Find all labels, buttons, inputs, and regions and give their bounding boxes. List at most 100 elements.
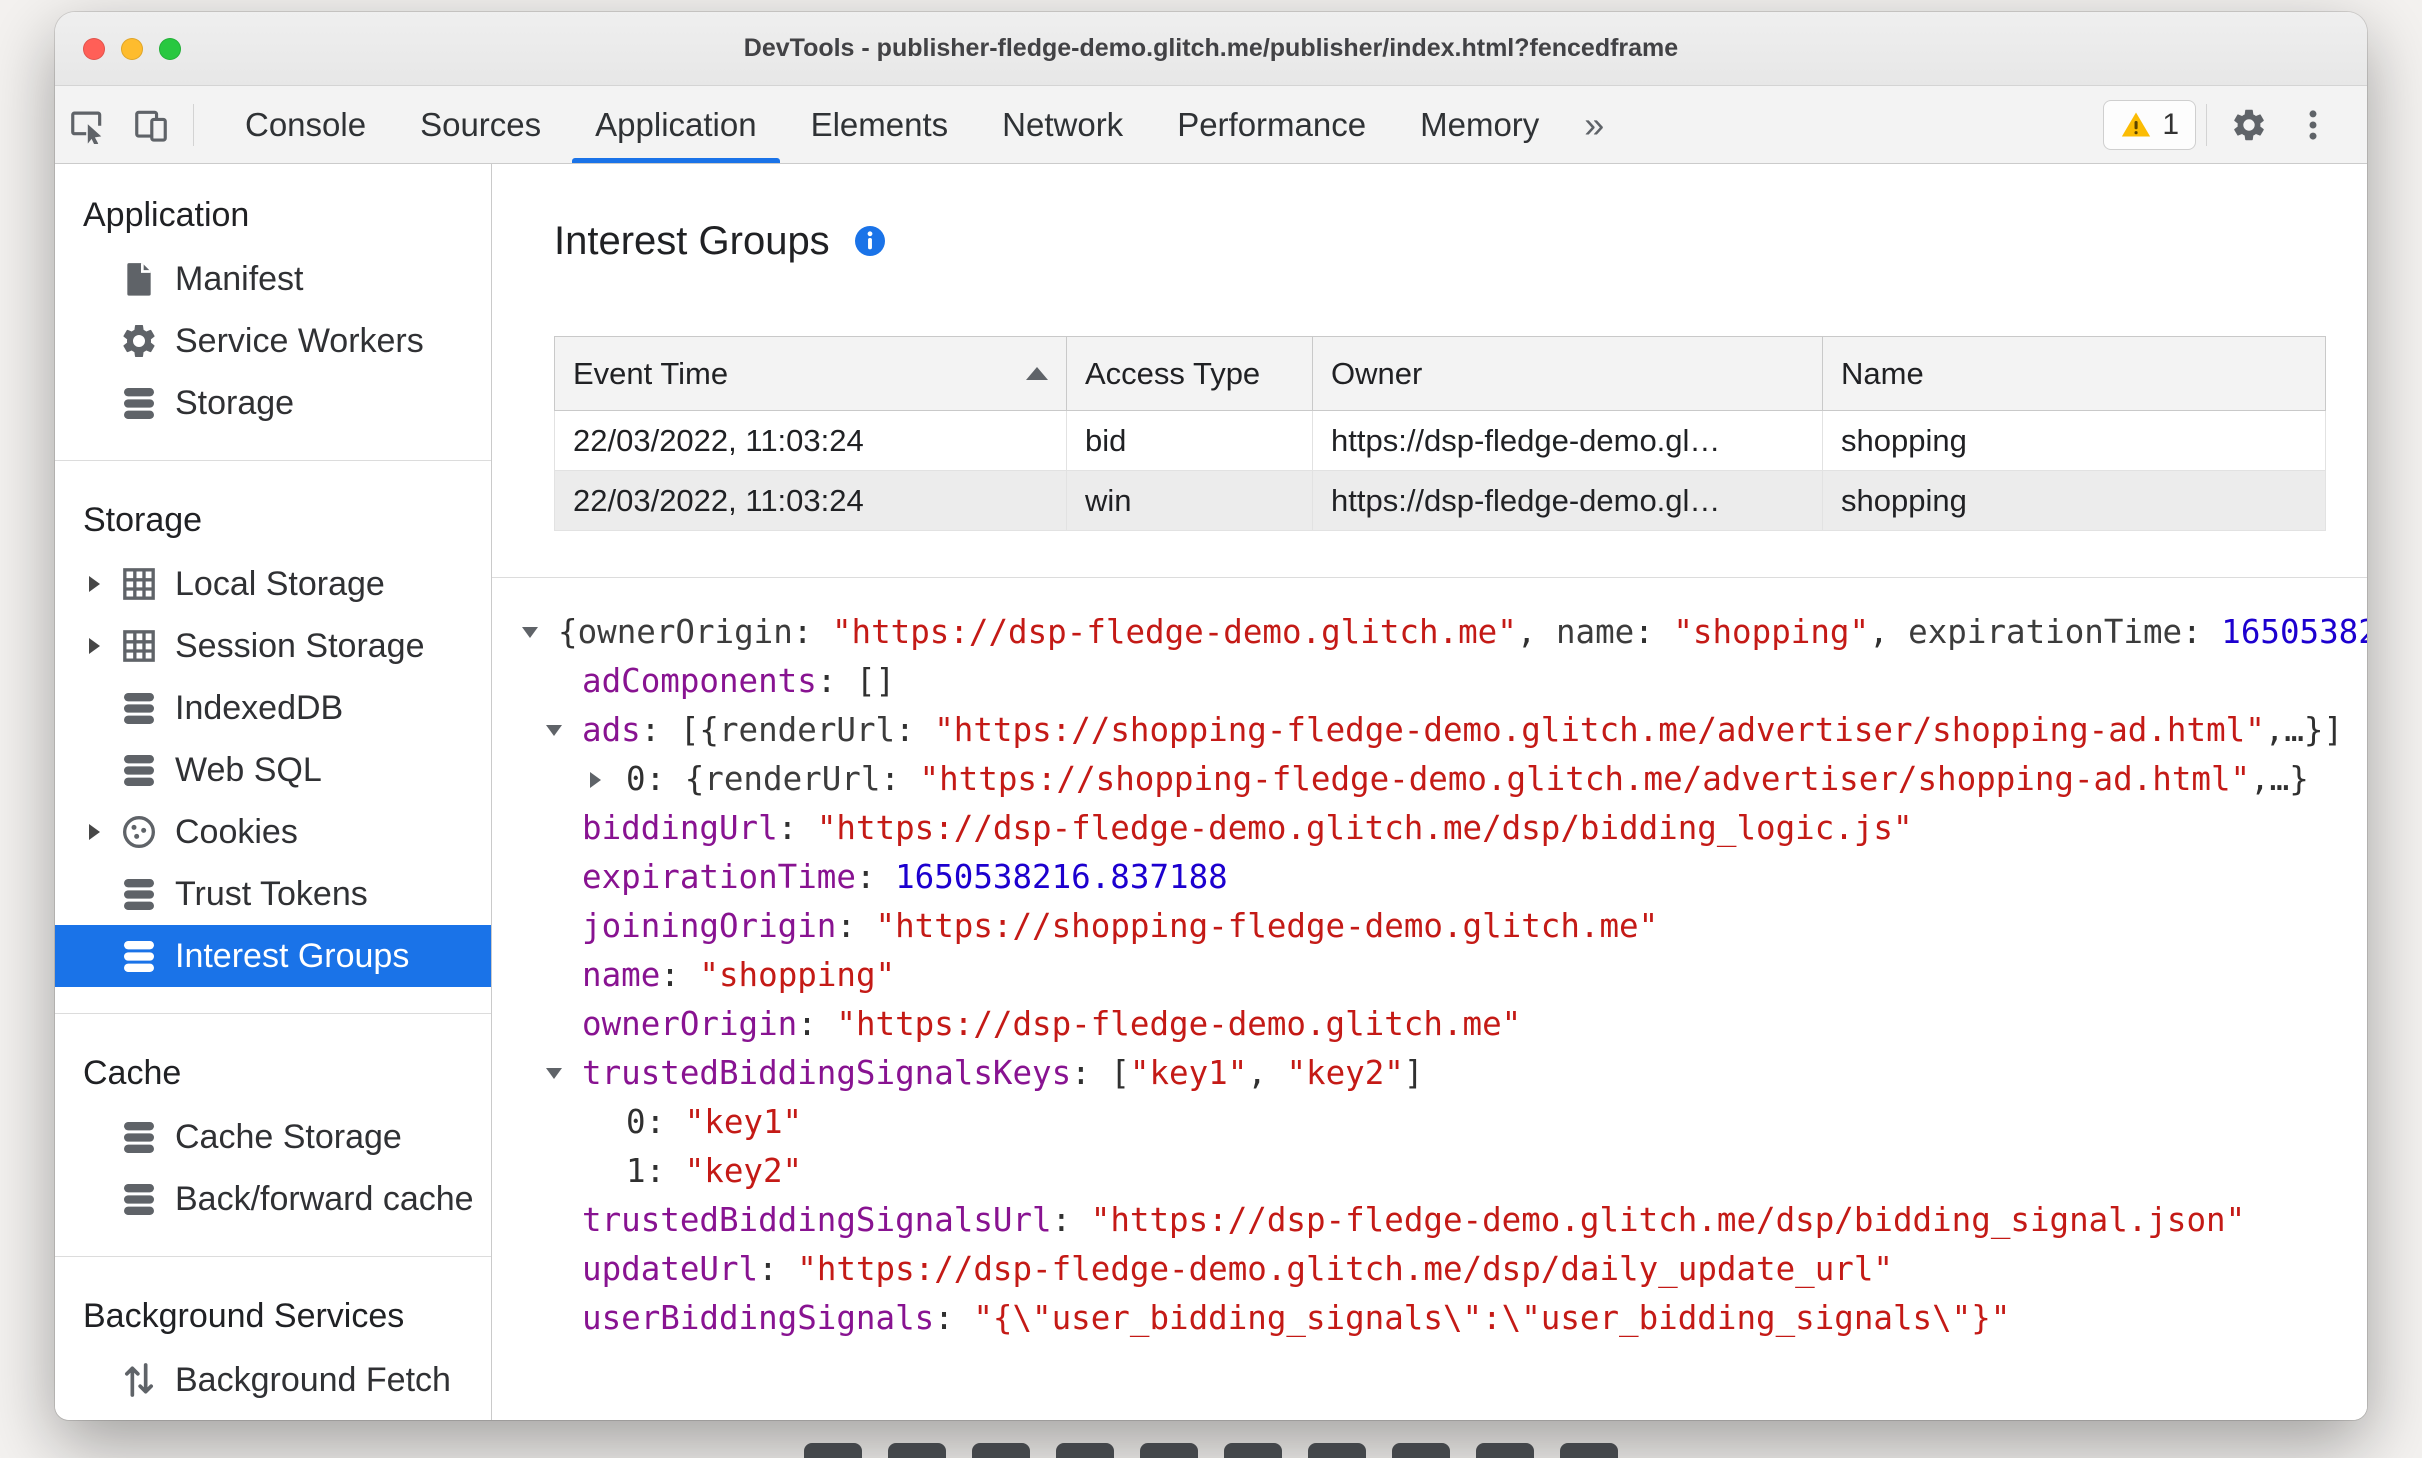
twisty[interactable] (590, 771, 626, 788)
collapse-icon[interactable] (546, 1068, 562, 1079)
tree-token-p: : (880, 760, 920, 798)
column-header-owner[interactable]: Owner (1312, 336, 1823, 411)
sidebar-item-manifest[interactable]: Manifest (55, 248, 491, 310)
sidebar-divider (55, 460, 491, 461)
tab-console[interactable]: Console (218, 86, 393, 163)
tab-memory[interactable]: Memory (1393, 86, 1566, 163)
tab-performance[interactable]: Performance (1150, 86, 1393, 163)
tree-line[interactable]: 1: "key2" (522, 1147, 2367, 1196)
cell-owner: https://dsp-fledge-demo.gl… (1312, 410, 1823, 471)
table-row[interactable]: 22/03/2022, 11:03:24 bid https://dsp-fle… (554, 410, 2326, 471)
more-tabs-button[interactable]: » (1566, 86, 1622, 163)
sidebar-item-cookies[interactable]: Cookies (55, 801, 491, 863)
sidebar-item-trust-tokens[interactable]: Trust Tokens (55, 863, 491, 925)
sidebar-item-web-sql[interactable]: Web SQL (55, 739, 491, 801)
tab-elements[interactable]: Elements (784, 86, 976, 163)
sidebar-item-local-storage[interactable]: Local Storage (55, 553, 491, 615)
inspect-element-button[interactable] (55, 86, 119, 163)
tree-line[interactable]: updateUrl: "https://dsp-fledge-demo.glit… (522, 1245, 2367, 1294)
tree-line[interactable]: trustedBiddingSignalsUrl: "https://dsp-f… (522, 1196, 2367, 1245)
tree-line[interactable]: adComponents: [] (522, 657, 2367, 706)
inspect-icon (68, 106, 106, 144)
sidebar-section-background-services: Background Services (83, 1296, 405, 1335)
warning-icon (2120, 109, 2152, 141)
tree-token-s: "key2" (684, 1152, 803, 1190)
sidebar-item-service-workers[interactable]: Service Workers (55, 310, 491, 372)
zoom-window-button[interactable] (159, 37, 181, 60)
tree-line[interactable]: {ownerOrigin: "https://dsp-fledge-demo.g… (522, 608, 2367, 657)
expand-icon[interactable] (590, 771, 601, 788)
tree-token-k: ads (582, 711, 641, 749)
twisty[interactable] (522, 627, 558, 638)
column-header-access-type[interactable]: Access Type (1066, 336, 1313, 411)
tree-token-p: : (797, 1005, 837, 1043)
sidebar-item-session-storage[interactable]: Session Storage (55, 615, 491, 677)
table-row[interactable]: 22/03/2022, 11:03:24 win https://dsp-fle… (554, 470, 2326, 531)
warning-count: 1 (2162, 107, 2179, 141)
database-icon (119, 383, 159, 423)
info-icon[interactable] (852, 223, 888, 259)
settings-button[interactable] (2217, 106, 2281, 144)
tree-token-pk: ownerOrigin (577, 613, 793, 651)
tree-token-p: : (645, 1152, 685, 1190)
tab-application[interactable]: Application (568, 86, 783, 163)
page-title: Interest Groups (554, 218, 830, 263)
warnings-badge[interactable]: 1 (2103, 99, 2196, 150)
customize-devtools-button[interactable] (2281, 106, 2345, 144)
gear-icon (119, 321, 159, 361)
toggle-device-toolbar-button[interactable] (119, 86, 183, 163)
tree-token-p: : (1071, 1054, 1111, 1092)
column-header-event-time[interactable]: Event Time (554, 336, 1067, 411)
column-header-name[interactable]: Name (1822, 336, 2326, 411)
tree-line[interactable]: joiningOrigin: "https://shopping-fledge-… (522, 902, 2367, 951)
close-window-button[interactable] (83, 37, 105, 60)
tree-token-p: : (895, 711, 935, 749)
collapse-icon[interactable] (522, 627, 538, 638)
tree-line[interactable]: biddingUrl: "https://dsp-fledge-demo.gli… (522, 804, 2367, 853)
sidebar-item-indexeddb[interactable]: IndexedDB (55, 677, 491, 739)
twisty[interactable] (546, 1068, 582, 1079)
tree-token-p: : (1634, 613, 1674, 651)
sidebar-item-back-forward-cache[interactable]: Back/forward cache (55, 1168, 491, 1230)
sidebar-section-storage: Storage (83, 500, 203, 539)
tree-token-s: "https://dsp-fledge-demo.glitch.me/dsp/d… (797, 1250, 1893, 1288)
twisty[interactable] (546, 725, 582, 736)
tree-token-p: : (758, 1250, 798, 1288)
sidebar-item-interest-groups[interactable]: Interest Groups (55, 925, 491, 987)
cell-access-type: win (1066, 470, 1313, 531)
expand-icon[interactable] (89, 576, 100, 592)
expand-icon[interactable] (89, 824, 100, 840)
tree-token-k: expirationTime (582, 858, 856, 896)
sidebar-item-cache-storage[interactable]: Cache Storage (55, 1106, 491, 1168)
tree-line[interactable]: name: "shopping" (522, 951, 2367, 1000)
tree-token-p: : (645, 1103, 685, 1141)
tree-token-k: trustedBiddingSignalsKeys (582, 1054, 1072, 1092)
tab-sources[interactable]: Sources (393, 86, 568, 163)
tree-line[interactable]: userBiddingSignals: "{\"user_bidding_sig… (522, 1294, 2367, 1343)
tree-line[interactable]: expirationTime: 1650538216.837188 (522, 853, 2367, 902)
tree-line[interactable]: 0: "key1" (522, 1098, 2367, 1147)
tree-token-s: "shopping" (699, 956, 896, 994)
tree-token-p: [ (1110, 1054, 1130, 1092)
kebab-menu-icon (2294, 106, 2332, 144)
database-icon (119, 688, 159, 728)
tree-token-s: "https://shopping-fledge-demo.glitch.me" (875, 907, 1659, 945)
collapse-icon[interactable] (546, 725, 562, 736)
tree-token-k: userBiddingSignals (582, 1299, 935, 1337)
titlebar: DevTools - publisher-fledge-demo.glitch.… (55, 12, 2367, 86)
devtools-window: DevTools - publisher-fledge-demo.glitch.… (55, 12, 2367, 1420)
tree-token-s: "key1" (684, 1103, 803, 1141)
minimize-window-button[interactable] (121, 37, 143, 60)
tree-token-p: ] (1403, 1054, 1424, 1092)
tree-line[interactable]: ownerOrigin: "https://dsp-fledge-demo.gl… (522, 1000, 2367, 1049)
tree-token-p: [] (855, 662, 896, 700)
sidebar-item-background-fetch[interactable]: Background Fetch (55, 1349, 491, 1411)
tab-network[interactable]: Network (975, 86, 1150, 163)
tree-line[interactable]: 0: {renderUrl: "https://shopping-fledge-… (522, 755, 2367, 804)
tree-token-s: "https://dsp-fledge-demo.glitch.me/dsp/b… (1090, 1201, 2246, 1239)
expand-icon[interactable] (89, 638, 100, 654)
tree-line[interactable]: trustedBiddingSignalsKeys: ["key1", "key… (522, 1049, 2367, 1098)
sidebar-item-storage[interactable]: Storage (55, 372, 491, 434)
tree-token-k: adComponents (582, 662, 817, 700)
tree-line[interactable]: ads: [{renderUrl: "https://shopping-fled… (522, 706, 2367, 755)
